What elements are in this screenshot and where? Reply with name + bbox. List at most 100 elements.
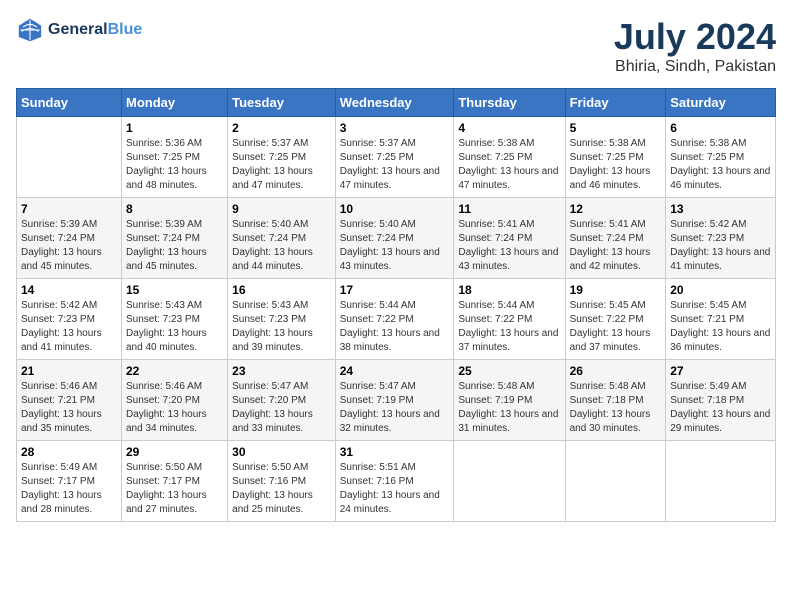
day-number: 11 [458, 202, 560, 216]
day-number: 14 [21, 283, 117, 297]
day-info: Sunrise: 5:38 AMSunset: 7:25 PMDaylight:… [458, 137, 560, 193]
calendar-cell [666, 441, 776, 522]
day-info: Sunrise: 5:46 AMSunset: 7:20 PMDaylight:… [126, 380, 223, 436]
calendar-cell: 9 Sunrise: 5:40 AMSunset: 7:24 PMDaylight… [228, 198, 336, 279]
calendar-cell: 18Sunrise: 5:44 AMSunset: 7:22 PMDayligh… [454, 279, 565, 360]
calendar-cell: 31Sunrise: 5:51 AMSunset: 7:16 PMDayligh… [335, 441, 454, 522]
calendar-cell: 6Sunrise: 5:38 AMSunset: 7:25 PMDaylight… [666, 117, 776, 198]
calendar-cell: 14 Sunrise: 5:42 AMSunset: 7:23 PMDayligh… [17, 279, 122, 360]
calendar-cell: 26 Sunrise: 5:48 AMSunset: 7:18 PMDayligh… [565, 360, 666, 441]
day-info: Sunrise: 5:48 AMSunset: 7:18 PMDaylight:… [570, 380, 662, 436]
day-info: Sunrise: 5:39 AMSunset: 7:24 PMDaylight:… [21, 218, 117, 274]
day-number: 19 [570, 283, 662, 297]
day-number: 13 [670, 202, 771, 216]
calendar-week-row: 1 Sunrise: 5:36 AMSunset: 7:25 PMDaylight… [17, 117, 776, 198]
calendar-cell: 25 Sunrise: 5:48 AMSunset: 7:19 PMDayligh… [454, 360, 565, 441]
day-number: 15 [126, 283, 223, 297]
day-number: 7 [21, 202, 117, 216]
location: Bhiria, Sindh, Pakistan [614, 58, 776, 76]
logo: GeneralBlue [16, 16, 142, 44]
calendar-cell: 19Sunrise: 5:45 AMSunset: 7:22 PMDayligh… [565, 279, 666, 360]
calendar-week-row: 28 Sunrise: 5:49 AMSunset: 7:17 PMDayligh… [17, 441, 776, 522]
day-number: 12 [570, 202, 662, 216]
day-number: 21 [21, 364, 117, 378]
day-info: Sunrise: 5:49 AMSunset: 7:18 PMDaylight:… [670, 380, 771, 436]
day-info: Sunrise: 5:41 AMSunset: 7:24 PMDaylight:… [570, 218, 662, 274]
calendar-table: SundayMondayTuesdayWednesdayThursdayFrid… [16, 88, 776, 522]
day-info: Sunrise: 5:43 AMSunset: 7:23 PMDaylight:… [126, 299, 223, 355]
day-number: 2 [232, 121, 331, 135]
day-info: Sunrise: 5:37 AMSunset: 7:25 PMDaylight:… [340, 137, 450, 193]
title-block: July 2024 Bhiria, Sindh, Pakistan [614, 16, 776, 76]
day-info: Sunrise: 5:44 AMSunset: 7:22 PMDaylight:… [340, 299, 450, 355]
day-number: 20 [670, 283, 771, 297]
weekday-header: Thursday [454, 89, 565, 117]
weekday-header: Monday [121, 89, 227, 117]
calendar-cell: 21 Sunrise: 5:46 AMSunset: 7:21 PMDayligh… [17, 360, 122, 441]
day-number: 29 [126, 445, 223, 459]
calendar-cell: 23Sunrise: 5:47 AMSunset: 7:20 PMDayligh… [228, 360, 336, 441]
day-number: 1 [126, 121, 223, 135]
day-info: Sunrise: 5:38 AMSunset: 7:25 PMDaylight:… [570, 137, 662, 193]
day-number: 6 [670, 121, 771, 135]
calendar-week-row: 7 Sunrise: 5:39 AMSunset: 7:24 PMDaylight… [17, 198, 776, 279]
calendar-cell: 24 Sunrise: 5:47 AMSunset: 7:19 PMDayligh… [335, 360, 454, 441]
day-info: Sunrise: 5:47 AMSunset: 7:19 PMDaylight:… [340, 380, 450, 436]
day-number: 16 [232, 283, 331, 297]
calendar-cell: 15 Sunrise: 5:43 AMSunset: 7:23 PMDayligh… [121, 279, 227, 360]
weekday-header-row: SundayMondayTuesdayWednesdayThursdayFrid… [17, 89, 776, 117]
calendar-cell: 13 Sunrise: 5:42 AMSunset: 7:23 PMDayligh… [666, 198, 776, 279]
weekday-header: Saturday [666, 89, 776, 117]
day-number: 28 [21, 445, 117, 459]
day-number: 26 [570, 364, 662, 378]
calendar-cell: 10Sunrise: 5:40 AMSunset: 7:24 PMDayligh… [335, 198, 454, 279]
day-info: Sunrise: 5:42 AMSunset: 7:23 PMDaylight:… [21, 299, 117, 355]
calendar-cell [565, 441, 666, 522]
day-info: Sunrise: 5:42 AMSunset: 7:23 PMDaylight:… [670, 218, 771, 274]
calendar-cell: 20 Sunrise: 5:45 AMSunset: 7:21 PMDayligh… [666, 279, 776, 360]
day-info: Sunrise: 5:45 AMSunset: 7:21 PMDaylight:… [670, 299, 771, 355]
day-number: 17 [340, 283, 450, 297]
logo-icon [16, 16, 44, 44]
calendar-week-row: 14 Sunrise: 5:42 AMSunset: 7:23 PMDayligh… [17, 279, 776, 360]
calendar-cell: 3 Sunrise: 5:37 AMSunset: 7:25 PMDaylight… [335, 117, 454, 198]
calendar-cell [17, 117, 122, 198]
day-info: Sunrise: 5:36 AMSunset: 7:25 PMDaylight:… [126, 137, 223, 193]
day-info: Sunrise: 5:48 AMSunset: 7:19 PMDaylight:… [458, 380, 560, 436]
day-number: 18 [458, 283, 560, 297]
calendar-cell: 8Sunrise: 5:39 AMSunset: 7:24 PMDaylight… [121, 198, 227, 279]
calendar-cell: 12 Sunrise: 5:41 AMSunset: 7:24 PMDayligh… [565, 198, 666, 279]
day-info: Sunrise: 5:46 AMSunset: 7:21 PMDaylight:… [21, 380, 117, 436]
day-number: 3 [340, 121, 450, 135]
day-info: Sunrise: 5:51 AMSunset: 7:16 PMDaylight:… [340, 461, 450, 517]
calendar-cell: 30Sunrise: 5:50 AMSunset: 7:16 PMDayligh… [228, 441, 336, 522]
page-header: GeneralBlue July 2024 Bhiria, Sindh, Pak… [16, 16, 776, 76]
weekday-header: Wednesday [335, 89, 454, 117]
day-number: 24 [340, 364, 450, 378]
day-info: Sunrise: 5:50 AMSunset: 7:16 PMDaylight:… [232, 461, 331, 517]
calendar-cell: 17 Sunrise: 5:44 AMSunset: 7:22 PMDayligh… [335, 279, 454, 360]
calendar-cell: 27 Sunrise: 5:49 AMSunset: 7:18 PMDayligh… [666, 360, 776, 441]
day-info: Sunrise: 5:49 AMSunset: 7:17 PMDaylight:… [21, 461, 117, 517]
calendar-cell: 11Sunrise: 5:41 AMSunset: 7:24 PMDayligh… [454, 198, 565, 279]
calendar-cell: 22 Sunrise: 5:46 AMSunset: 7:20 PMDayligh… [121, 360, 227, 441]
month-title: July 2024 [614, 16, 776, 58]
calendar-cell: 29Sunrise: 5:50 AMSunset: 7:17 PMDayligh… [121, 441, 227, 522]
calendar-cell: 1 Sunrise: 5:36 AMSunset: 7:25 PMDaylight… [121, 117, 227, 198]
weekday-header: Friday [565, 89, 666, 117]
day-number: 4 [458, 121, 560, 135]
day-number: 9 [232, 202, 331, 216]
day-number: 25 [458, 364, 560, 378]
weekday-header: Sunday [17, 89, 122, 117]
day-info: Sunrise: 5:40 AMSunset: 7:24 PMDaylight:… [232, 218, 331, 274]
day-number: 22 [126, 364, 223, 378]
day-number: 27 [670, 364, 771, 378]
calendar-cell: 28 Sunrise: 5:49 AMSunset: 7:17 PMDayligh… [17, 441, 122, 522]
calendar-cell: 2Sunrise: 5:37 AMSunset: 7:25 PMDaylight… [228, 117, 336, 198]
day-info: Sunrise: 5:47 AMSunset: 7:20 PMDaylight:… [232, 380, 331, 436]
day-number: 5 [570, 121, 662, 135]
calendar-week-row: 21 Sunrise: 5:46 AMSunset: 7:21 PMDayligh… [17, 360, 776, 441]
calendar-cell: 7 Sunrise: 5:39 AMSunset: 7:24 PMDaylight… [17, 198, 122, 279]
weekday-header: Tuesday [228, 89, 336, 117]
day-info: Sunrise: 5:43 AMSunset: 7:23 PMDaylight:… [232, 299, 331, 355]
